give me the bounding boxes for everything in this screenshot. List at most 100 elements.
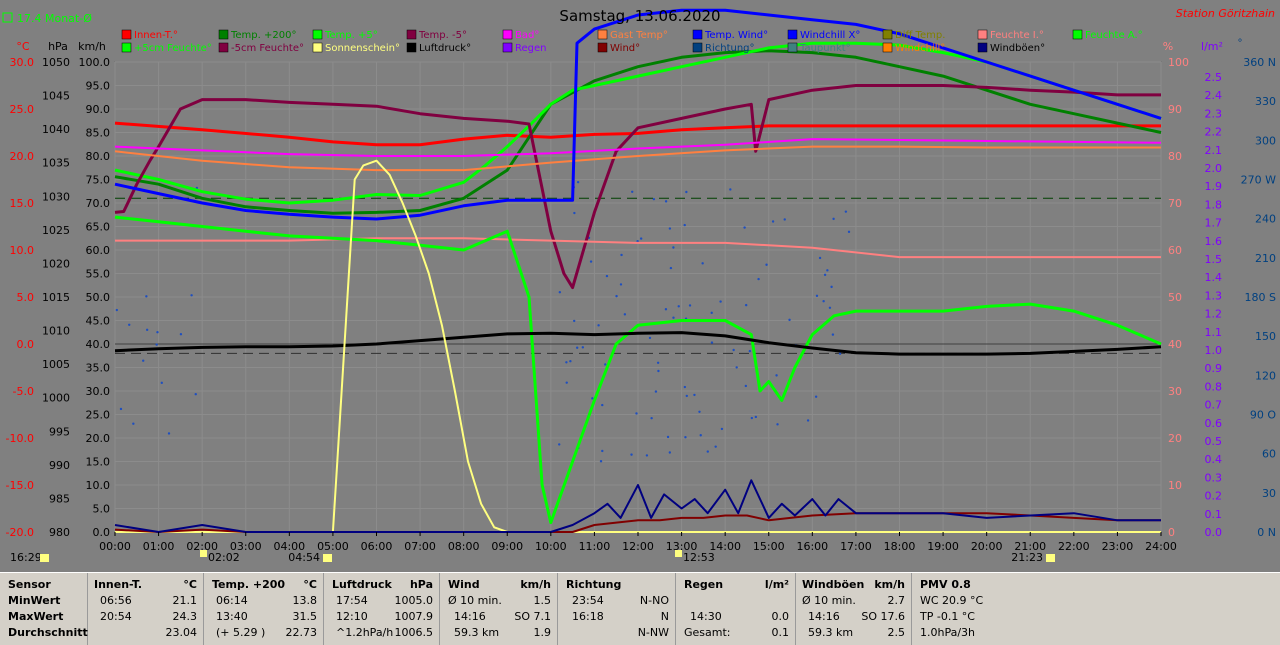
scatter-dot	[142, 359, 145, 362]
scatter-dot	[693, 393, 696, 397]
scatter-dot	[818, 256, 822, 260]
scatter-dot	[639, 237, 643, 240]
rain-tick-label: 1.2	[1205, 308, 1223, 321]
press-tick-label: 1000	[42, 392, 70, 405]
boeen-title: Windböen	[802, 578, 865, 591]
press-unit: hPa	[48, 40, 68, 53]
chart-title: Samstag, 13.06.2020	[559, 7, 720, 25]
legend-swatch	[502, 29, 513, 40]
temp-tick-label: -5.0	[13, 385, 34, 398]
legend-swatch	[218, 29, 229, 40]
rain-tick-label: 2.0	[1205, 162, 1223, 175]
sunset-icon	[1046, 554, 1055, 562]
innen-unit: °C	[183, 578, 197, 591]
wind-tick-label: 45.0	[86, 315, 111, 328]
scatter-dot	[750, 416, 754, 420]
pct-tick-label: 60	[1168, 244, 1182, 257]
press-tick-label: 995	[49, 425, 70, 438]
rain-tick-label: 1.1	[1205, 326, 1223, 339]
wind-tick-label: 40.0	[86, 338, 111, 351]
scatter-dot	[619, 283, 623, 286]
scatter-dot	[573, 211, 576, 215]
pct-tick-label: 80	[1168, 150, 1182, 163]
wind-avg-value: 1.9	[533, 626, 552, 639]
rain-tick-label: 1.6	[1205, 235, 1223, 248]
legend-label: Temp. +200°	[230, 30, 296, 41]
scatter-dot	[672, 246, 675, 249]
legend-swatch	[597, 42, 608, 53]
pct-tick-label: 40	[1168, 338, 1182, 351]
moonrise-label: 02:02	[208, 551, 240, 564]
legend-swatch	[312, 42, 323, 53]
luftdruck-min-time: 17:54	[336, 594, 368, 607]
scatter-dot	[684, 435, 687, 439]
time-tick-label: 22:00	[1058, 540, 1090, 553]
summary-avg-label: Durchschnitt	[8, 626, 88, 639]
legend-label: Innen-T.°	[134, 30, 178, 41]
summary-col-regen: Regen l/m² 14:30 0.0 Gesamt: 0.1	[676, 573, 796, 645]
scatter-dot	[119, 407, 123, 411]
scatter-dot	[650, 416, 653, 420]
weather-chart: 00:00 01:00 02:00 03:00 04:00 05:00 06:00 07:00…	[0, 0, 1280, 572]
scatter-dot	[620, 253, 623, 257]
scatter-dot	[631, 190, 634, 193]
scatter-dot	[720, 427, 724, 431]
scatter-dot	[719, 300, 722, 303]
scatter-dot	[688, 304, 692, 307]
press-tick-label: 990	[49, 459, 70, 472]
wind-tick-label: 10.0	[86, 479, 111, 492]
scatter-dot	[597, 324, 600, 327]
press-tick-label: 1050	[42, 56, 70, 69]
summary-col-luftdruck: Luftdruck hPa 17:54 1005.0 12:10 1007.9 ^1…	[324, 573, 440, 645]
rain-tick-label: 0.1	[1205, 508, 1223, 521]
legend-label: Windchill X°	[800, 30, 860, 41]
scatter-dot	[788, 318, 791, 322]
rain-tick-label: 0.4	[1205, 453, 1223, 466]
pct-tick-label: 30	[1168, 385, 1182, 398]
scatter-dot	[569, 360, 572, 363]
scatter-dot	[128, 323, 131, 326]
time-tick-label: 07:00	[404, 540, 436, 553]
legend-label: Diff Temp.	[895, 30, 945, 41]
legend-swatch	[787, 29, 798, 40]
legend-label: Feuchte A.°	[1085, 30, 1143, 41]
rain-tick-label: 1.9	[1205, 180, 1223, 193]
legend-swatch	[977, 29, 988, 40]
scatter-dot	[677, 305, 680, 308]
wind-avg10-label: Ø 10 min.	[448, 594, 502, 607]
wind-tick-label: 35.0	[86, 362, 111, 375]
legend-label: Richtung°	[705, 43, 755, 54]
boeen-max-time: 14:16	[808, 610, 840, 623]
wind-tick-label: 80.0	[86, 150, 111, 163]
dir-unit: °	[1238, 38, 1243, 49]
scatter-dot	[765, 263, 768, 266]
pct-tick-label: 20	[1168, 432, 1182, 445]
scatter-dot	[145, 328, 149, 332]
scatter-dot	[604, 363, 607, 366]
time-tick-label: 09:00	[491, 540, 523, 553]
weather-chart-page: 00:00 01:00 02:00 03:00 04:00 05:00 06:00 07:00…	[0, 0, 1280, 645]
boeen-avg-value: 2.5	[887, 626, 906, 639]
scatter-dot	[605, 274, 609, 278]
summary-col-wind: Wind km/h Ø 10 min. 1.5 14:16 SO 7.1 59.3 …	[440, 573, 558, 645]
scatter-dot	[155, 343, 158, 346]
time-tick-label: 20:00	[971, 540, 1003, 553]
scatter-dot	[743, 226, 746, 229]
moonset-label: 12:53	[683, 551, 715, 564]
temp-tick-label: 30.0	[10, 56, 35, 69]
scatter-dot	[776, 423, 779, 426]
scatter-dot	[635, 412, 638, 415]
scatter-dot	[815, 294, 819, 298]
scatter-dot	[657, 369, 660, 373]
scatter-dot	[701, 262, 704, 265]
pct-tick-label: 90	[1168, 103, 1182, 116]
scatter-dot	[656, 361, 660, 364]
boeen-avg10-label: Ø 10 min.	[802, 594, 856, 607]
scatter-dot	[630, 453, 633, 456]
pmv-dewpoint: TP -0.1 °C	[920, 610, 975, 623]
dir-tick-label: 240	[1255, 213, 1276, 226]
moonrise-icon	[200, 550, 207, 557]
scatter-dot	[115, 308, 119, 312]
legend-swatch	[882, 29, 893, 40]
scatter-dot	[683, 223, 686, 227]
